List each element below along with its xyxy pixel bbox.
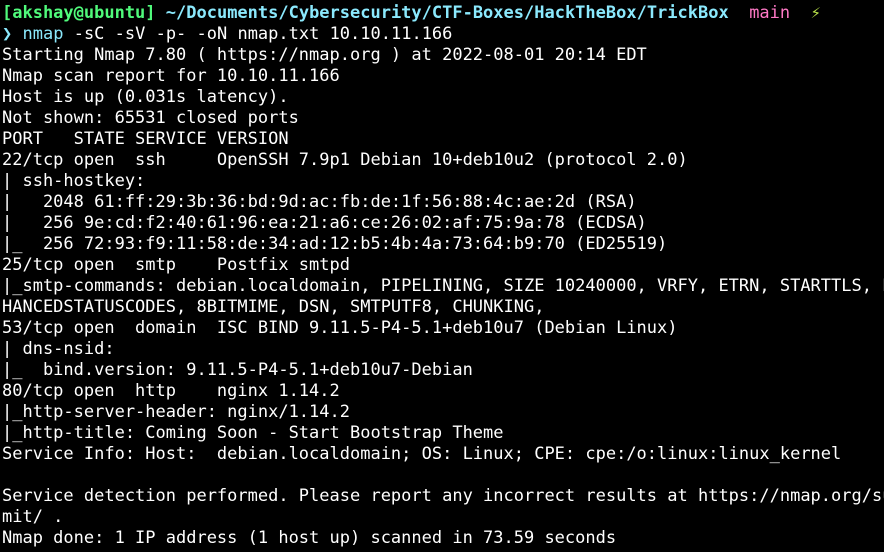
command-name: nmap bbox=[22, 24, 64, 44]
output-line: PORT STATE SERVICE VERSION bbox=[2, 129, 289, 149]
output-line: |_http-title: Coming Soon - Start Bootst… bbox=[2, 423, 504, 443]
output-line: Nmap done: 1 IP address (1 host up) scan… bbox=[2, 528, 617, 548]
output-line: HANCEDSTATUSCODES, 8BITMIME, DSN, SMTPUT… bbox=[2, 297, 555, 317]
prompt-user-host: [akshay@ubuntu] bbox=[2, 3, 156, 23]
output-line: Host is up (0.031s latency). bbox=[2, 87, 289, 107]
output-line: | 256 9e:cd:f2:40:61:96:ea:21:a6:ce:26:0… bbox=[2, 213, 647, 233]
output-line: 25/tcp open smtp Postfix smtpd bbox=[2, 255, 350, 275]
output-line: Service detection performed. Please repo… bbox=[2, 486, 884, 506]
output-line: | 2048 61:ff:29:3b:36:bd:9d:ac:fb:de:1f:… bbox=[2, 192, 637, 212]
terminal-window[interactable]: [akshay@ubuntu] ~/Documents/Cybersecurit… bbox=[0, 0, 884, 552]
output-line: mit/ . bbox=[2, 507, 64, 527]
output-line: Starting Nmap 7.80 ( https://nmap.org ) … bbox=[2, 45, 647, 65]
prompt-path: ~/Documents/Cybersecurity/CTF-Boxes/Hack… bbox=[165, 3, 729, 23]
output-line: 80/tcp open http nginx 1.14.2 bbox=[2, 381, 340, 401]
prompt-arrow-icon: ❯ bbox=[2, 24, 13, 44]
command-args: -sC -sV -p- -oN nmap.txt 10.10.11.166 bbox=[73, 24, 453, 44]
output-line: |_ bind.version: 9.11.5-P4-5.1+deb10u7-D… bbox=[2, 360, 473, 380]
prompt-line: [akshay@ubuntu] ~/Documents/Cybersecurit… bbox=[2, 3, 884, 24]
git-branch: main bbox=[749, 3, 791, 23]
output-line: | ssh-hostkey: bbox=[2, 171, 156, 191]
command-output: Starting Nmap 7.80 ( https://nmap.org ) … bbox=[2, 45, 884, 549]
output-line: Nmap scan report for 10.10.11.166 bbox=[2, 66, 340, 86]
output-line: |_ 256 72:93:f9:11:58:de:34:ad:12:b5:4b:… bbox=[2, 234, 668, 254]
lightning-icon: ⚡ bbox=[810, 3, 821, 23]
output-line: | dns-nsid: bbox=[2, 339, 125, 359]
output-line: 53/tcp open domain ISC BIND 9.11.5-P4-5.… bbox=[2, 318, 678, 338]
output-line: 22/tcp open ssh OpenSSH 7.9p1 Debian 10+… bbox=[2, 150, 688, 170]
output-line: Service Info: Host: debian.localdomain; … bbox=[2, 444, 842, 464]
command-line[interactable]: ❯ nmap -sC -sV -p- -oN nmap.txt 10.10.11… bbox=[2, 24, 884, 45]
output-line: |_http-server-header: nginx/1.14.2 bbox=[2, 402, 350, 422]
output-line: |_smtp-commands: debian.localdomain, PIP… bbox=[2, 276, 884, 296]
output-line: Not shown: 65531 closed ports bbox=[2, 108, 299, 128]
